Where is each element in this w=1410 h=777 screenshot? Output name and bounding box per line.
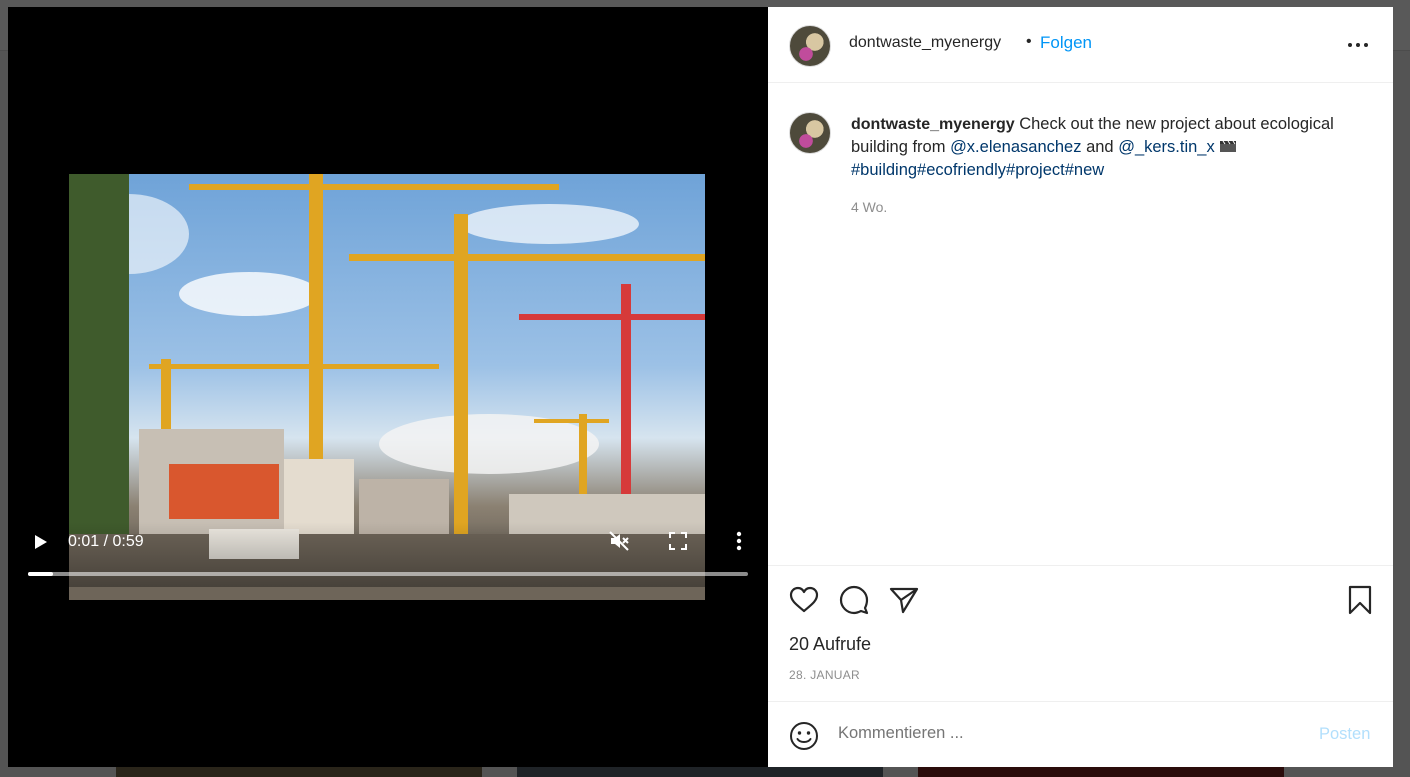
post-actions: 20 Aufrufe 28. JANUAR — [768, 565, 1393, 706]
fullscreen-icon[interactable] — [669, 532, 687, 550]
clapperboard-icon — [1220, 140, 1237, 152]
post-header: dontwaste_myenergy • Folgen — [768, 7, 1393, 83]
video-time: 0:01 / 0:59 — [68, 533, 144, 550]
views-count: 20 Aufrufe — [789, 634, 872, 654]
post-sidebar: dontwaste_myenergy • Folgen dontwaste_my… — [768, 7, 1393, 767]
video-player[interactable]: 0:01 / 0:59 — [8, 7, 768, 767]
separator-dot: • — [1026, 33, 1032, 50]
heart-icon[interactable] — [788, 584, 820, 616]
caption-avatar[interactable] — [789, 112, 831, 154]
follow-button[interactable]: Folgen — [1040, 33, 1092, 53]
video-progress-fill — [28, 572, 54, 576]
bookmark-icon[interactable] — [1344, 584, 1376, 616]
hashtags-link[interactable]: #building#ecofriendly#project#new — [851, 161, 1104, 179]
emoji-icon[interactable] — [789, 721, 819, 751]
more-options-icon[interactable] — [1346, 35, 1370, 55]
play-icon[interactable] — [30, 532, 50, 552]
comment-bar: Posten — [768, 701, 1393, 768]
comment-input[interactable] — [838, 724, 1258, 743]
video-more-options-icon[interactable] — [730, 530, 748, 552]
post-modal: 0:01 / 0:59 dontwaste_myenergy • Folgen — [8, 7, 1393, 767]
share-icon[interactable] — [888, 584, 920, 616]
mention-link[interactable]: @x.elenasanchez — [950, 138, 1081, 156]
video-progress-bar[interactable] — [28, 572, 748, 576]
avatar[interactable] — [789, 25, 831, 67]
caption-and: and — [1086, 138, 1114, 156]
post-comment-button[interactable]: Posten — [1319, 725, 1370, 744]
mention-link[interactable]: @_kers.tin_x — [1118, 138, 1215, 156]
comment-icon[interactable] — [838, 584, 870, 616]
header-username[interactable]: dontwaste_myenergy — [849, 34, 1001, 52]
post-date: 28. JANUAR — [789, 668, 861, 682]
caption-username[interactable]: dontwaste_myenergy — [851, 116, 1015, 133]
post-caption: dontwaste_myenergy Check out the new pro… — [851, 113, 1371, 182]
muted-icon[interactable] — [608, 530, 630, 552]
post-age[interactable]: 4 Wo. — [851, 199, 887, 215]
